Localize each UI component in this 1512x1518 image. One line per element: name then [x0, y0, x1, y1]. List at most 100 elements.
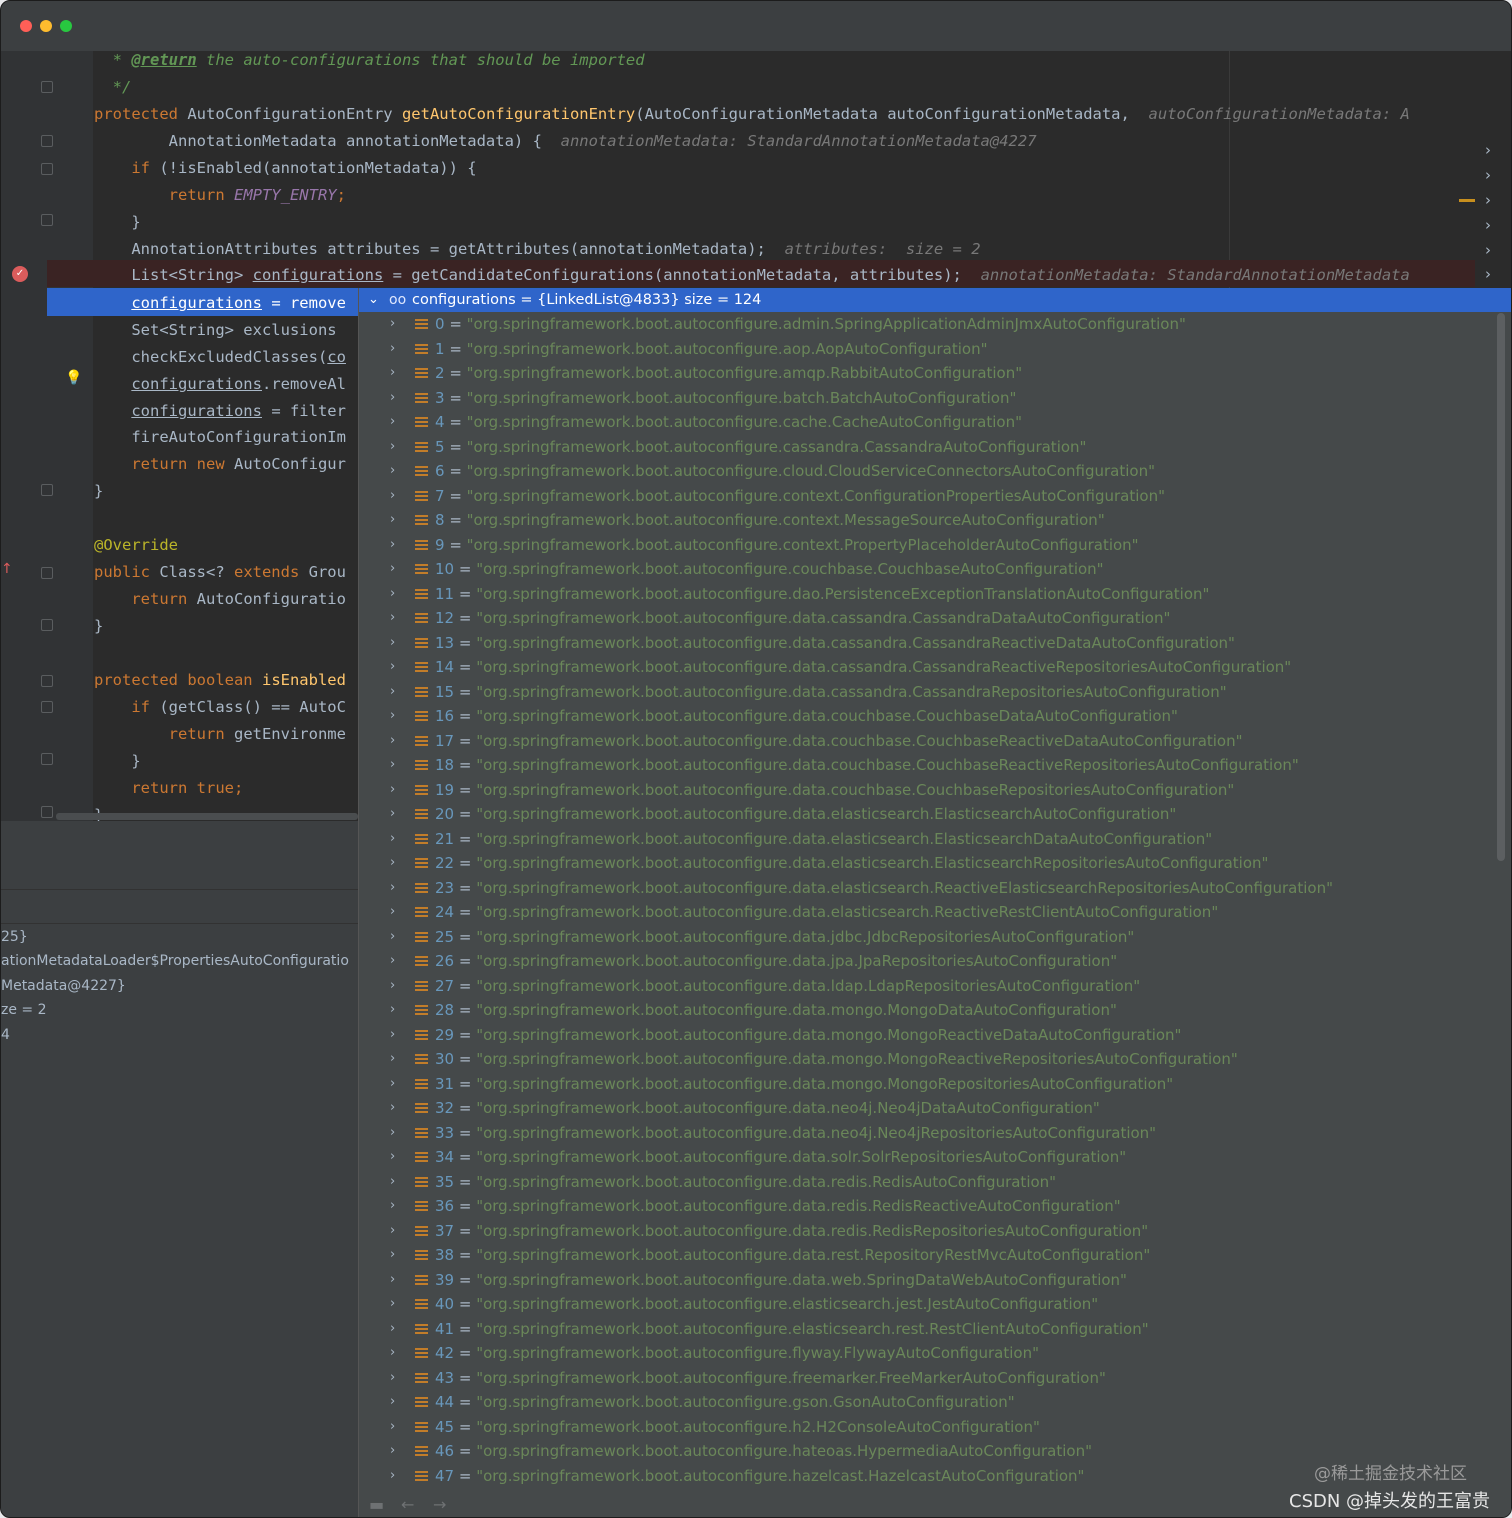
variable-value[interactable]: Metadata@4227} — [1, 974, 358, 998]
chevron-right-icon[interactable]: › — [390, 410, 395, 435]
variable-value[interactable]: 4 — [1, 1023, 358, 1047]
forward-arrow-icon[interactable]: → — [433, 1495, 446, 1514]
chevron-right-icon[interactable]: › — [390, 655, 395, 680]
list-item[interactable]: › 36 = "org.springframework.boot.autoconf… — [359, 1194, 1509, 1219]
list-item[interactable]: › 31 = "org.springframework.boot.autoconf… — [359, 1072, 1509, 1097]
chevron-right-icon[interactable]: › — [390, 1047, 395, 1072]
list-item[interactable]: › 15 = "org.springframework.boot.autoconf… — [359, 680, 1509, 705]
list-item[interactable]: › 4 = "org.springframework.boot.autoconfi… — [359, 410, 1509, 435]
fold-icon[interactable] — [41, 163, 53, 175]
variable-value[interactable]: 25} — [1, 925, 358, 949]
horizontal-scrollbar[interactable] — [56, 813, 358, 820]
chevron-right-icon[interactable]: › — [390, 1268, 395, 1293]
list-item[interactable]: › 41 = "org.springframework.boot.autoconf… — [359, 1317, 1509, 1342]
back-arrow-icon[interactable]: ← — [401, 1495, 414, 1514]
fold-icon[interactable] — [41, 567, 53, 579]
list-item[interactable]: › 13 = "org.springframework.boot.autoconf… — [359, 631, 1509, 656]
list-item[interactable]: › 12 = "org.springframework.boot.autoconf… — [359, 606, 1509, 631]
list-item[interactable]: › 42 = "org.springframework.boot.autoconf… — [359, 1341, 1509, 1366]
list-item[interactable]: › 16 = "org.springframework.boot.autoconf… — [359, 704, 1509, 729]
chevron-right-icon[interactable]: › — [390, 998, 395, 1023]
variable-value[interactable]: ze = 2 — [1, 998, 358, 1022]
chevron-right-icon[interactable]: › — [390, 753, 395, 778]
chevron-right-icon[interactable]: › — [390, 459, 395, 484]
chevron-right-icon[interactable]: › — [390, 1415, 395, 1440]
list-item[interactable]: › 18 = "org.springframework.boot.autoconf… — [359, 753, 1509, 778]
chevron-right-icon[interactable]: › — [390, 1121, 395, 1146]
list-item[interactable]: › 40 = "org.springframework.boot.autoconf… — [359, 1292, 1509, 1317]
chevron-right-icon[interactable]: › — [390, 361, 395, 386]
chevron-right-icon[interactable]: › — [390, 386, 395, 411]
list-item[interactable]: › 8 = "org.springframework.boot.autoconfi… — [359, 508, 1509, 533]
close-window-button[interactable] — [20, 20, 32, 32]
chevron-right-icon[interactable]: › — [390, 1439, 395, 1464]
fold-icon[interactable] — [41, 619, 53, 631]
chevron-right-icon[interactable]: › — [390, 827, 395, 852]
list-item[interactable]: › 17 = "org.springframework.boot.autoconf… — [359, 729, 1509, 754]
chevron-right-icon[interactable]: › — [390, 533, 395, 558]
chevron-right-icon[interactable]: › — [390, 312, 395, 337]
chevron-right-icon[interactable]: › — [1485, 166, 1491, 184]
chevron-right-icon[interactable]: › — [390, 949, 395, 974]
minimize-window-button[interactable] — [40, 20, 52, 32]
list-item[interactable]: › 44 = "org.springframework.boot.autoconf… — [359, 1390, 1509, 1415]
override-up-arrow-icon[interactable]: ↑ — [1, 561, 13, 577]
chevron-right-icon[interactable]: › — [390, 631, 395, 656]
vertical-scrollbar[interactable] — [1497, 313, 1505, 861]
list-item[interactable]: › 22 = "org.springframework.boot.autoconf… — [359, 851, 1509, 876]
list-item[interactable]: › 1 = "org.springframework.boot.autoconfi… — [359, 337, 1509, 362]
chevron-right-icon[interactable]: › — [390, 1194, 395, 1219]
list-item[interactable]: › 43 = "org.springframework.boot.autoconf… — [359, 1366, 1509, 1391]
chevron-right-icon[interactable]: › — [390, 1390, 395, 1415]
list-item[interactable]: › 5 = "org.springframework.boot.autoconfi… — [359, 435, 1509, 460]
evaluate-value-popup[interactable]: ⌄ oo configurations = {LinkedList@4833} … — [358, 288, 1511, 1517]
chevron-right-icon[interactable]: › — [390, 1243, 395, 1268]
fold-icon[interactable] — [41, 214, 53, 226]
list-item[interactable]: › 9 = "org.springframework.boot.autoconfi… — [359, 533, 1509, 558]
chevron-right-icon[interactable]: › — [390, 484, 395, 509]
chevron-right-icon[interactable]: › — [390, 1292, 395, 1317]
list-item[interactable]: › 19 = "org.springframework.boot.autoconf… — [359, 778, 1509, 803]
chevron-right-icon[interactable]: › — [390, 1096, 395, 1121]
list-item[interactable]: › 25 = "org.springframework.boot.autoconf… — [359, 925, 1509, 950]
list-item[interactable]: › 10 = "org.springframework.boot.autoconf… — [359, 557, 1509, 582]
chevron-right-icon[interactable]: › — [1485, 216, 1491, 234]
warning-marker[interactable] — [1459, 199, 1475, 202]
chevron-down-icon[interactable]: ⌄ — [368, 288, 379, 312]
chevron-right-icon[interactable]: › — [390, 900, 395, 925]
folder-icon[interactable]: ▬ — [369, 1495, 384, 1514]
fold-icon[interactable] — [41, 806, 53, 818]
chevron-right-icon[interactable]: › — [390, 435, 395, 460]
list-item[interactable]: › 6 = "org.springframework.boot.autoconfi… — [359, 459, 1509, 484]
list-item[interactable]: › 32 = "org.springframework.boot.autoconf… — [359, 1096, 1509, 1121]
list-item[interactable]: › 28 = "org.springframework.boot.autoconf… — [359, 998, 1509, 1023]
list-item[interactable]: › 2 = "org.springframework.boot.autoconfi… — [359, 361, 1509, 386]
fold-icon[interactable] — [41, 484, 53, 496]
list-item[interactable]: › 7 = "org.springframework.boot.autoconfi… — [359, 484, 1509, 509]
chevron-right-icon[interactable]: › — [390, 337, 395, 362]
fold-icon[interactable] — [41, 701, 53, 713]
list-item[interactable]: › 3 = "org.springframework.boot.autoconfi… — [359, 386, 1509, 411]
list-item[interactable]: › 37 = "org.springframework.boot.autoconf… — [359, 1219, 1509, 1244]
list-item[interactable]: › 24 = "org.springframework.boot.autoconf… — [359, 900, 1509, 925]
list-item[interactable]: › 39 = "org.springframework.boot.autoconf… — [359, 1268, 1509, 1293]
chevron-right-icon[interactable]: › — [390, 1464, 395, 1489]
chevron-right-icon[interactable]: › — [390, 1023, 395, 1048]
chevron-right-icon[interactable]: › — [390, 876, 395, 901]
zoom-window-button[interactable] — [60, 20, 72, 32]
list-item[interactable]: › 34 = "org.springframework.boot.autoconf… — [359, 1145, 1509, 1170]
list-item[interactable]: › 35 = "org.springframework.boot.autoconf… — [359, 1170, 1509, 1195]
chevron-right-icon[interactable]: › — [390, 557, 395, 582]
chevron-right-icon[interactable]: › — [390, 1341, 395, 1366]
chevron-right-icon[interactable]: › — [390, 1170, 395, 1195]
chevron-right-icon[interactable]: › — [390, 1145, 395, 1170]
chevron-right-icon[interactable]: › — [390, 729, 395, 754]
chevron-right-icon[interactable]: › — [1485, 265, 1491, 283]
chevron-right-icon[interactable]: › — [390, 925, 395, 950]
chevron-right-icon[interactable]: › — [390, 778, 395, 803]
chevron-right-icon[interactable]: › — [390, 851, 395, 876]
list-item[interactable]: › 11 = "org.springframework.boot.autoconf… — [359, 582, 1509, 607]
list-item[interactable]: › 38 = "org.springframework.boot.autoconf… — [359, 1243, 1509, 1268]
chevron-right-icon[interactable]: › — [390, 802, 395, 827]
chevron-right-icon[interactable]: › — [390, 606, 395, 631]
